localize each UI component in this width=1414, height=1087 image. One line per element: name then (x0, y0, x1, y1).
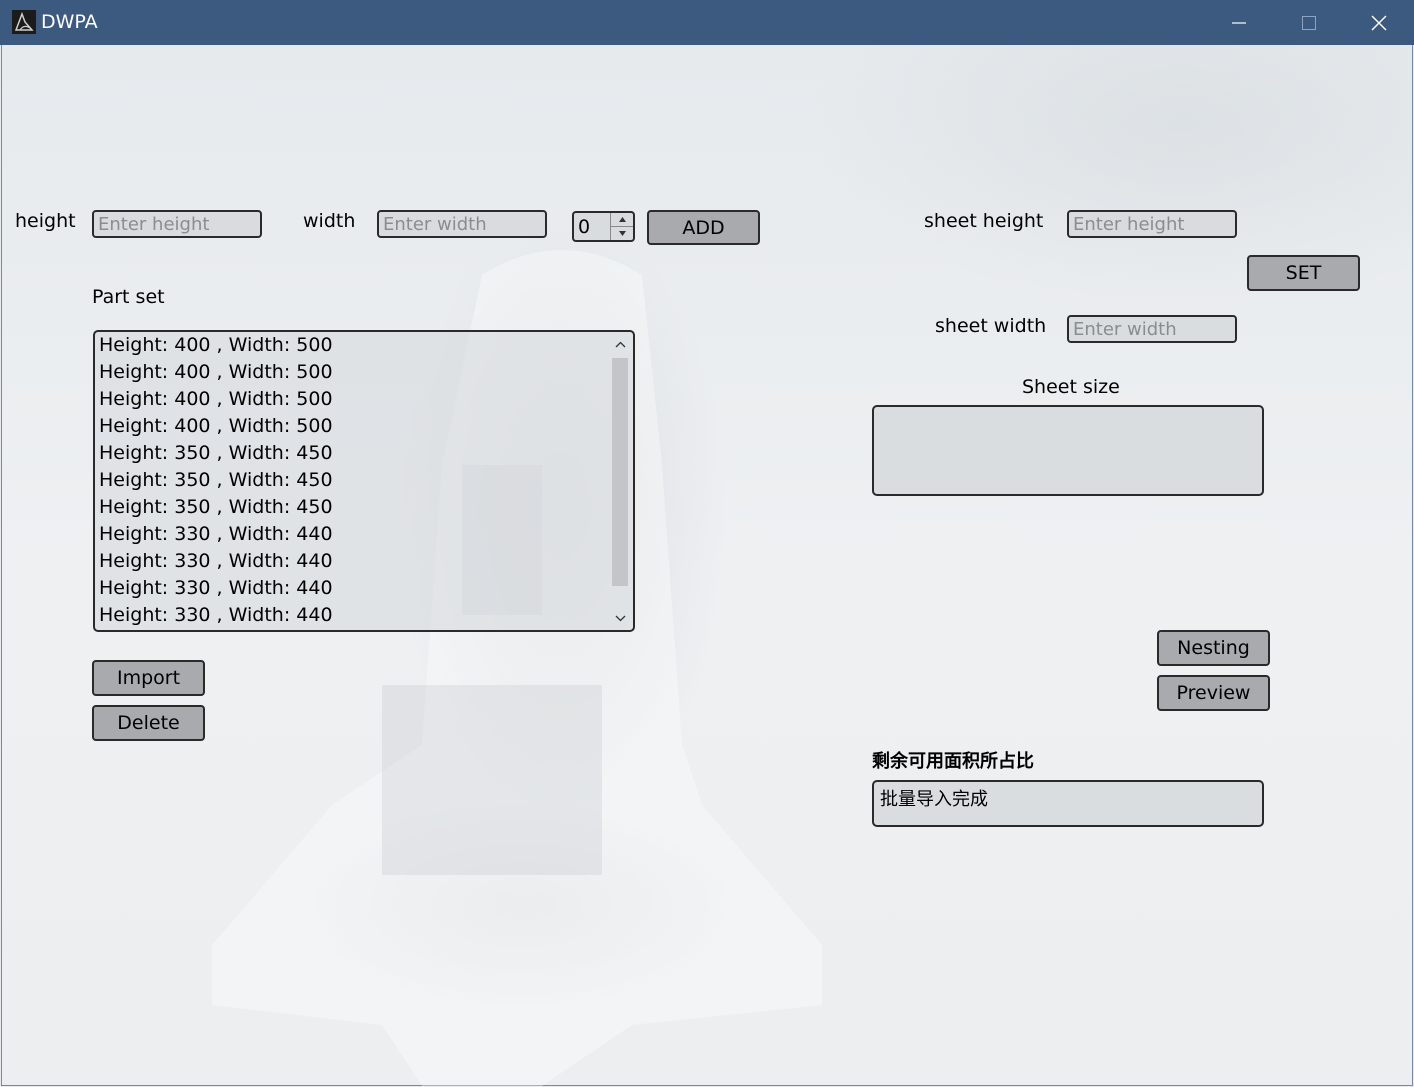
main-window-body: height width 0 ADD Part set Height: 400 … (1, 45, 1413, 1086)
height-label: height (15, 210, 76, 232)
width-label: width (303, 210, 356, 232)
import-button[interactable]: Import (92, 660, 205, 696)
sheet-size-title: Sheet size (1022, 376, 1120, 398)
part-set-list-item[interactable]: Height: 330 , Width: 440 (99, 521, 333, 548)
minimize-button[interactable] (1204, 0, 1274, 45)
set-button[interactable]: SET (1247, 255, 1360, 291)
status-message: 批量导入完成 (880, 789, 988, 810)
quantity-decrement-button[interactable] (610, 227, 633, 240)
nesting-button[interactable]: Nesting (1157, 630, 1270, 666)
caret-up-icon (618, 217, 626, 222)
part-set-list[interactable]: Height: 400 , Width: 500 Height: 400 , Wi… (93, 330, 635, 632)
chevron-up-icon (615, 341, 625, 347)
part-set-items: Height: 400 , Width: 500 Height: 400 , Wi… (99, 332, 333, 629)
maximize-icon (1302, 15, 1316, 30)
sheet-height-input[interactable] (1067, 210, 1237, 238)
app-logo-icon (12, 10, 36, 34)
part-set-scrollbar[interactable] (609, 334, 631, 628)
height-input[interactable] (92, 210, 262, 238)
part-set-list-item[interactable]: Height: 400 , Width: 500 (99, 332, 333, 359)
part-set-list-item[interactable]: Height: 330 , Width: 440 (99, 575, 333, 602)
part-set-list-item[interactable]: Height: 400 , Width: 500 (99, 359, 333, 386)
part-set-title: Part set (92, 286, 165, 308)
width-input[interactable] (377, 210, 547, 238)
add-button[interactable]: ADD (647, 210, 760, 245)
maximize-button[interactable] (1274, 0, 1344, 45)
close-button[interactable] (1344, 0, 1414, 45)
close-icon (1371, 15, 1387, 30)
part-set-list-item[interactable]: Height: 350 , Width: 450 (99, 467, 333, 494)
quantity-value: 0 (578, 216, 591, 238)
delete-button[interactable]: Delete (92, 705, 205, 741)
sheet-size-display (872, 405, 1264, 496)
quantity-increment-button[interactable] (610, 213, 633, 227)
part-set-list-item[interactable]: Height: 400 , Width: 500 (99, 386, 333, 413)
scroll-down-button[interactable] (609, 608, 631, 628)
caret-down-icon (618, 231, 626, 236)
quantity-spinbox[interactable]: 0 (572, 211, 635, 242)
title-bar[interactable]: DWPA (0, 0, 1414, 45)
part-set-list-item[interactable]: Height: 350 , Width: 450 (99, 494, 333, 521)
chevron-down-icon (615, 615, 625, 621)
window-title: DWPA (41, 11, 98, 33)
part-set-list-item[interactable]: Height: 330 , Width: 440 (99, 602, 333, 629)
remaining-area-ratio-title: 剩余可用面积所占比 (872, 751, 1034, 772)
part-set-list-item[interactable]: Height: 350 , Width: 450 (99, 440, 333, 467)
sheet-width-label: sheet width (935, 315, 1047, 337)
part-set-list-item[interactable]: Height: 330 , Width: 440 (99, 548, 333, 575)
scroll-thumb[interactable] (612, 358, 628, 586)
sheet-height-label: sheet height (924, 210, 1044, 232)
preview-button[interactable]: Preview (1157, 675, 1270, 711)
minimize-icon (1232, 21, 1246, 24)
remaining-area-ratio-display: 批量导入完成 (872, 780, 1264, 827)
part-set-list-item[interactable]: Height: 400 , Width: 500 (99, 413, 333, 440)
scroll-up-button[interactable] (609, 334, 631, 354)
sheet-width-input[interactable] (1067, 315, 1237, 343)
